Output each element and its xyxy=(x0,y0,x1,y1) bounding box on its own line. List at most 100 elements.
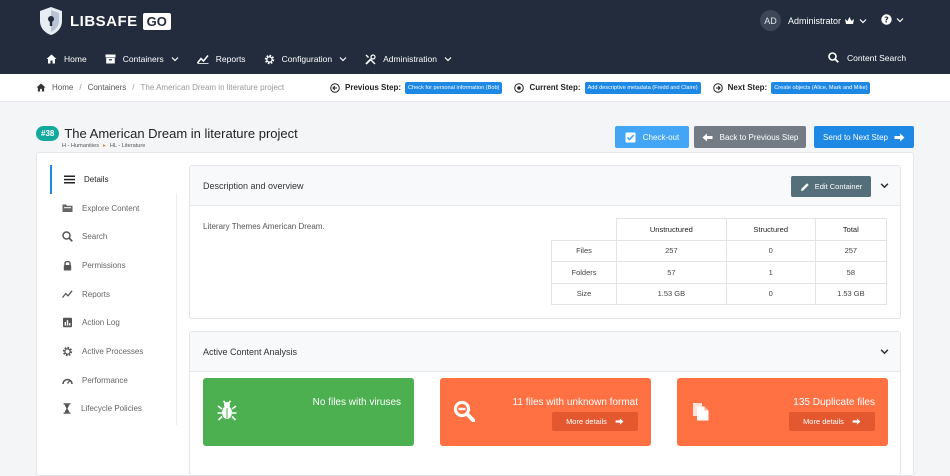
previous-step-label: Previous Step: xyxy=(345,83,402,92)
sidebar-item-label: Reports xyxy=(82,289,111,299)
previous-step: Previous Step: Check for personal inform… xyxy=(330,81,503,94)
content-analysis-panel: Active Content Analysis No files with vi… xyxy=(189,331,901,476)
table-cell: 58 xyxy=(814,261,888,284)
next-step-label: Next Step: xyxy=(727,83,768,92)
container-sidebar: Details Explore Content Search Permissio… xyxy=(50,165,177,423)
send-to-next-step-button[interactable]: Send to Next Step xyxy=(814,126,914,148)
unknown-format-more-details-button[interactable]: More details xyxy=(552,412,638,431)
row-label: Size xyxy=(551,282,617,305)
checkout-label: Check-out xyxy=(642,132,680,142)
sidebar-item-active-processes[interactable]: Active Processes xyxy=(50,337,177,366)
checkout-button[interactable]: Check-out xyxy=(615,126,689,148)
content-analysis-heading: Active Content Analysis xyxy=(203,346,298,357)
current-step: Current Step: Add descriptive metadata (… xyxy=(514,81,701,94)
duplicate-files-text: 135 Duplicate files xyxy=(793,397,875,408)
description-panel: Description and overview Edit Container … xyxy=(189,165,901,319)
breadcrumb-bar: Home / Containers / The American Dream i… xyxy=(0,74,950,102)
more-details-label: More details xyxy=(803,417,844,426)
stats-table: Unstructured Structured Total Files 257 … xyxy=(551,218,888,305)
breadcrumb-current: The American Dream in literature project xyxy=(140,83,285,92)
brand-badge: GO xyxy=(142,12,171,30)
nav-administration[interactable]: Administration xyxy=(365,53,452,65)
avatar: AD xyxy=(760,10,781,31)
sidebar-item-permissions[interactable]: Permissions xyxy=(50,251,177,280)
sidebar-item-search[interactable]: Search xyxy=(50,222,177,251)
table-row: Files 257 0 257 xyxy=(551,239,888,262)
crown-icon xyxy=(845,17,855,24)
sidebar-item-action-log[interactable]: Action Log xyxy=(50,308,177,337)
breadcrumb-home[interactable]: Home xyxy=(52,83,73,92)
category-label: H - Humanities xyxy=(62,143,99,149)
sidebar-item-label: Lifecycle Policies xyxy=(81,404,142,414)
gear-icon xyxy=(62,346,73,357)
content-analysis-header[interactable]: Active Content Analysis xyxy=(190,332,900,372)
search-minus-icon xyxy=(453,400,475,422)
sidebar-item-details[interactable]: Details xyxy=(50,165,177,194)
back-to-previous-step-button[interactable]: Back to Previous Step xyxy=(694,126,806,148)
sidebar-item-explore-content[interactable]: Explore Content xyxy=(50,194,177,223)
user-menu[interactable]: AD Administrator xyxy=(760,10,867,31)
nav-containers[interactable]: Containers xyxy=(105,54,179,64)
next-step: Next Step: Create objects (Alice, Mark a… xyxy=(712,81,871,94)
project-header: #38 The American Dream in literature pro… xyxy=(36,126,298,141)
table-cell: 1.53 GB xyxy=(615,282,727,305)
sidebar-item-reports[interactable]: Reports xyxy=(50,280,177,309)
sidebar-item-label: Performance xyxy=(82,375,128,385)
shield-lock-icon xyxy=(40,7,62,35)
arrow-right-icon xyxy=(852,418,861,425)
virus-scan-text: No files with viruses xyxy=(312,397,401,408)
table-cell: 57 xyxy=(615,261,727,284)
unknown-format-tile: 11 files with unknown format More detail… xyxy=(440,378,651,446)
hourglass-icon xyxy=(63,403,71,415)
current-step-label: Current Step: xyxy=(529,83,581,92)
chevron-down-icon xyxy=(171,57,179,62)
breadcrumb-separator: / xyxy=(132,83,135,92)
sidebar-item-label: Explore Content xyxy=(82,203,140,213)
help-menu[interactable]: ? xyxy=(881,14,904,25)
previous-step-value: Check for personal information (Bob) xyxy=(405,81,503,94)
pencil-icon xyxy=(800,182,809,191)
arrow-circle-left-icon xyxy=(330,82,340,93)
chevron-down-icon[interactable] xyxy=(880,348,889,355)
breadcrumb-containers[interactable]: Containers xyxy=(88,83,127,92)
container-description: Literary Themes American Dream. xyxy=(203,222,325,231)
column-header: Total xyxy=(814,218,888,241)
duplicate-files-tile: 135 Duplicate files More details xyxy=(677,378,888,446)
nav-reports[interactable]: Reports xyxy=(196,54,246,64)
subcategory-label: HL - Literature xyxy=(109,143,146,149)
more-details-label: More details xyxy=(566,417,607,426)
chevron-down-icon[interactable] xyxy=(880,182,889,189)
breadcrumb: Home / Containers / The American Dream i… xyxy=(36,83,284,92)
table-cell: 1.53 GB xyxy=(814,282,888,305)
sidebar-item-lifecycle-policies[interactable]: Lifecycle Policies xyxy=(50,395,177,424)
row-label: Folders xyxy=(551,261,617,284)
breadcrumb-separator: / xyxy=(79,83,82,92)
lock-icon xyxy=(63,260,72,271)
analysis-tiles: No files with viruses 11 files with unkn… xyxy=(203,378,888,446)
chevron-down-icon xyxy=(859,18,867,23)
tools-icon xyxy=(365,53,376,65)
duplicate-files-more-details-button[interactable]: More details xyxy=(789,412,875,431)
edit-container-button[interactable]: Edit Container xyxy=(791,176,871,197)
logo[interactable]: LIBSAFE GO xyxy=(38,6,171,36)
project-id-badge: #38 xyxy=(36,126,60,141)
chart-line-icon xyxy=(196,55,209,64)
sidebar-item-performance[interactable]: Performance xyxy=(50,366,177,395)
content-search-link[interactable]: Content Search xyxy=(828,52,906,63)
archive-icon xyxy=(105,54,116,64)
nav-home[interactable]: Home xyxy=(46,54,87,64)
column-header: Unstructured xyxy=(615,218,727,241)
chart-icon xyxy=(62,290,73,299)
dot-circle-icon xyxy=(514,82,525,93)
virus-scan-tile: No files with viruses xyxy=(203,378,414,446)
workflow-steps: Previous Step: Check for personal inform… xyxy=(330,81,882,94)
check-square-icon xyxy=(625,132,636,142)
sidebar-item-label: Details xyxy=(84,174,109,184)
folder-icon xyxy=(62,204,73,213)
table-corner xyxy=(551,218,617,241)
nav-home-label: Home xyxy=(64,54,87,64)
content-search-label: Content Search xyxy=(847,52,907,63)
nav-configuration[interactable]: Configuration xyxy=(264,54,348,65)
chevron-down-icon xyxy=(339,57,347,62)
gear-icon xyxy=(264,54,274,64)
